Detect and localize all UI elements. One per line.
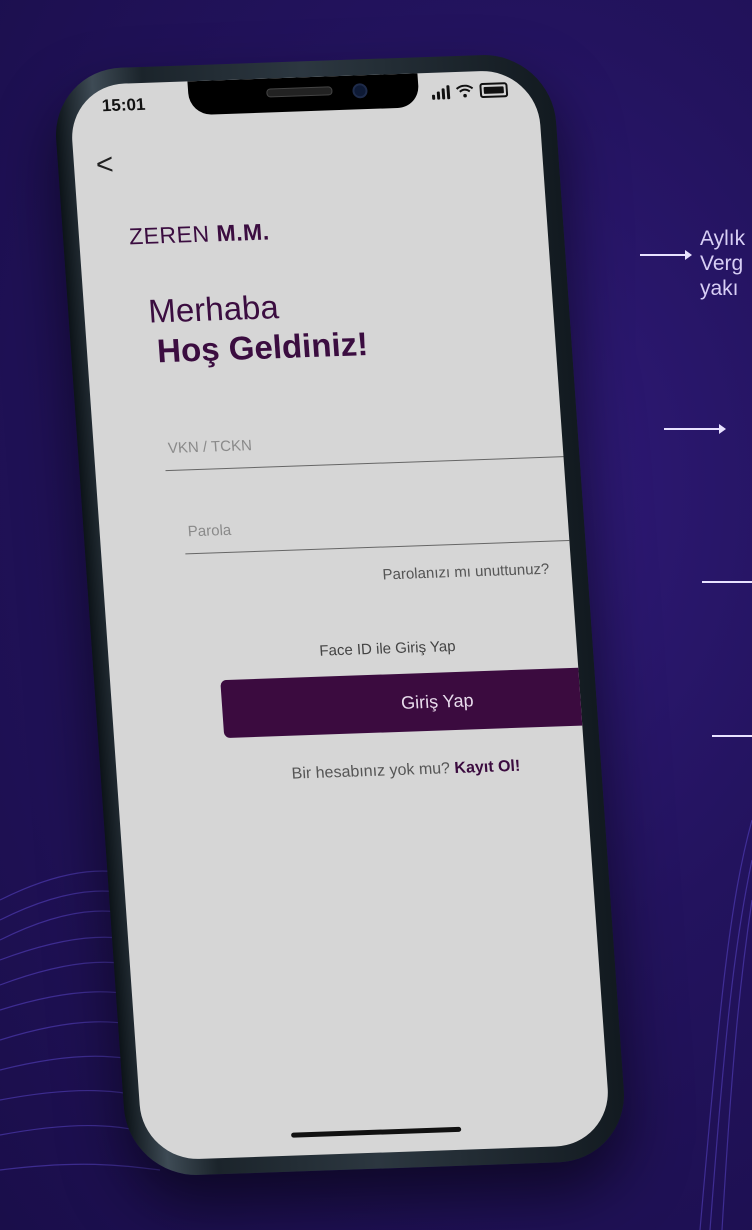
password-field xyxy=(182,502,612,555)
status-icons xyxy=(431,82,509,100)
brand-name-bold: M.M. xyxy=(215,218,271,247)
annotation-arrow-1 xyxy=(640,250,692,260)
annotation-line-3 xyxy=(702,581,752,583)
vkn-field xyxy=(162,419,593,472)
password-input[interactable] xyxy=(182,502,612,547)
home-indicator xyxy=(290,1126,462,1138)
wifi-icon xyxy=(455,84,474,98)
phone-screen: 15:01 < ZEREN M.M. Merhaba Hoş Geldiniz!… xyxy=(68,69,612,1161)
signal-icon xyxy=(431,84,451,100)
faceid-login-link[interactable]: Face ID ile Giriş Yap xyxy=(198,634,577,664)
signup-prompt-text: Bir hesabınız yok mu? xyxy=(291,760,456,783)
battery-icon xyxy=(479,82,509,99)
login-button[interactable]: Giriş Yap xyxy=(220,665,612,739)
forgot-password-link[interactable]: Parolanızı mı unuttunuz? xyxy=(382,561,550,584)
speaker-grille xyxy=(266,86,333,98)
notch xyxy=(187,73,420,116)
annotation-line-4 xyxy=(712,735,752,737)
feature-annotation: Aylık Verg yakı xyxy=(700,226,745,301)
brand-logo: ZEREN M.M. xyxy=(128,218,270,250)
greeting-line2: Hoş Geldiniz! xyxy=(155,325,370,370)
annotation-line1: Aylık xyxy=(700,227,746,250)
annotation-line3: yakı xyxy=(700,277,739,300)
back-chevron-icon[interactable]: < xyxy=(95,148,115,183)
brand-name-light: ZEREN xyxy=(128,220,218,250)
phone-mockup: 15:01 < ZEREN M.M. Merhaba Hoş Geldiniz!… xyxy=(51,52,629,1178)
greeting-line1: Merhaba xyxy=(147,288,280,330)
vkn-input[interactable] xyxy=(162,419,593,464)
annotation-line2: Verg xyxy=(700,252,744,275)
status-time: 15:01 xyxy=(101,94,147,116)
signup-link[interactable]: Kayıt Ol! xyxy=(454,758,521,777)
signup-prompt: Bir hesabınız yok mu? Kayıt Ol! xyxy=(226,755,585,785)
front-camera xyxy=(351,83,369,99)
annotation-arrow-2 xyxy=(664,424,726,434)
